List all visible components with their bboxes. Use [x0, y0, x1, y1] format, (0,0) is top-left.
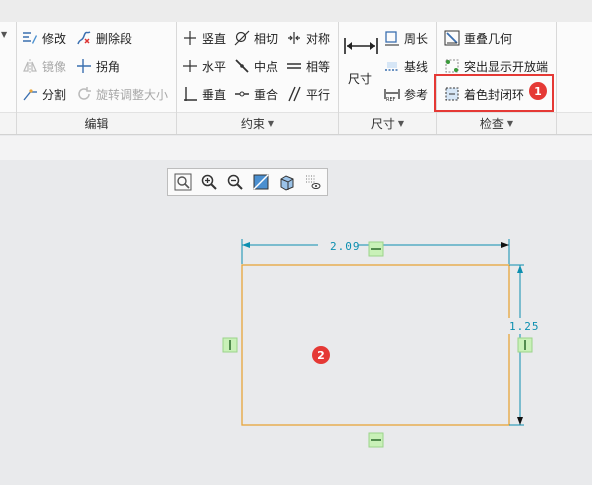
vertical-constraint-marker-right[interactable]	[517, 337, 533, 353]
width-dimension-value: 2.09	[330, 240, 361, 253]
vertical-constraint-marker-left[interactable]	[222, 337, 238, 353]
horizontal-constraint-marker-bottom[interactable]	[368, 432, 384, 448]
height-dimension-value: 1.25	[509, 320, 540, 333]
sketch-geometry: 2.09 1.25	[222, 239, 540, 448]
callout-badge-2: 2	[312, 346, 330, 364]
horizontal-constraint-marker-top[interactable]	[368, 241, 384, 257]
sketch-rectangle[interactable]	[241, 264, 510, 426]
